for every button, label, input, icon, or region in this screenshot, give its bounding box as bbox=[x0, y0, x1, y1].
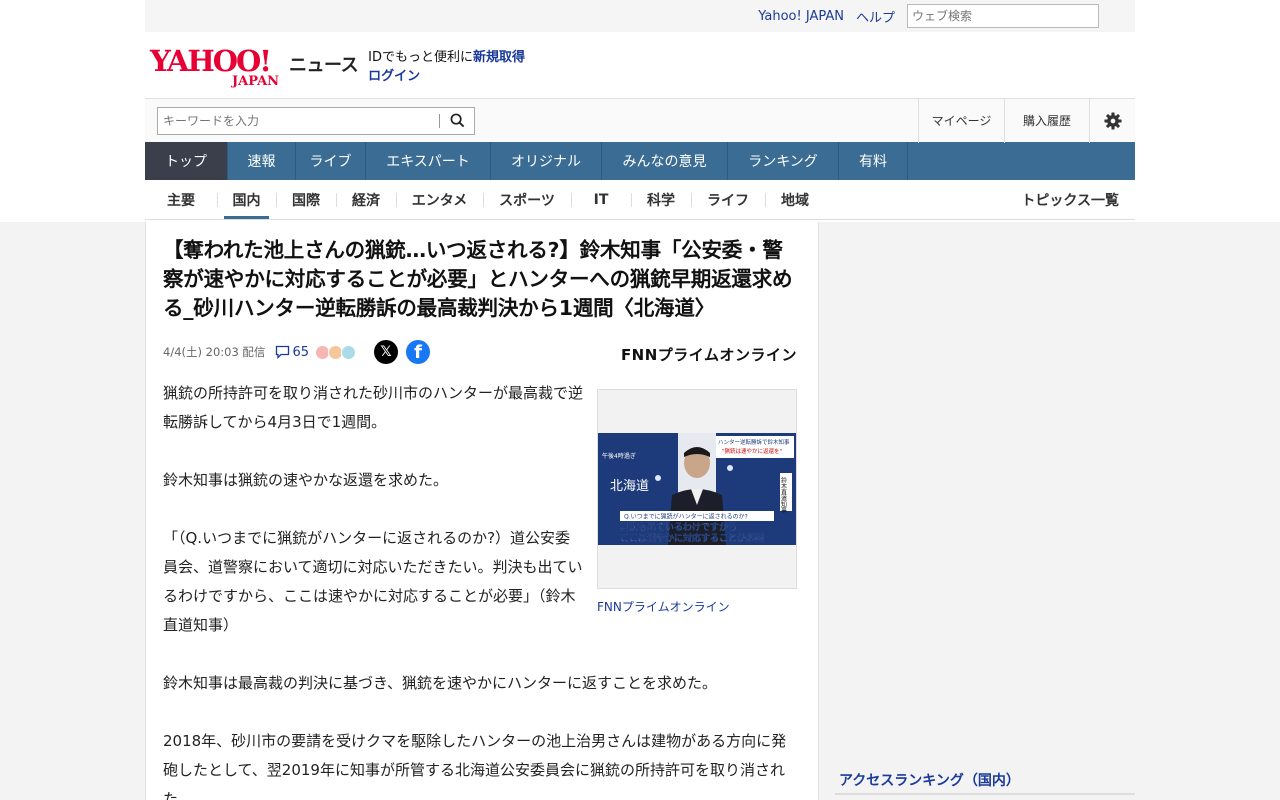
keyword-search-input[interactable] bbox=[158, 108, 439, 133]
nav-breaking[interactable]: 速報 bbox=[228, 142, 296, 180]
yahoo-logo-wordmark: YAHOO! bbox=[150, 44, 272, 78]
news-service-name: ニュース bbox=[289, 55, 359, 76]
header: Yahoo! JAPAN ヘルプ YAHOO! JAPAN ニュース IDでもっ… bbox=[145, 0, 1135, 220]
x-logo-icon: 𝕏 bbox=[380, 344, 392, 360]
yahoo-logo: YAHOO! JAPAN bbox=[150, 44, 286, 89]
publish-date: 4/4(土) 20:03 配信 bbox=[163, 345, 266, 359]
x-share-button[interactable]: 𝕏 bbox=[373, 340, 398, 364]
nav-live[interactable]: ライブ bbox=[296, 142, 366, 180]
access-ranking-heading[interactable]: アクセスランキング（国内） bbox=[839, 770, 1020, 790]
category-sports[interactable]: スポーツ bbox=[483, 180, 571, 220]
article-meta: 4/4(土) 20:03 配信 65 𝕏 f FNNプライムオンライン bbox=[163, 339, 797, 365]
press-conference-photo: 午後4時過ぎ 北海道 ハンター逆転勝訴で鈴木知事 "猟銃は速やかに返還を" 鈴木… bbox=[598, 433, 796, 545]
utility-bar: Yahoo! JAPAN ヘルプ bbox=[145, 0, 1135, 32]
yahoo-news-logo[interactable]: YAHOO! JAPAN ニュース bbox=[150, 44, 359, 89]
reaction-faces[interactable] bbox=[314, 344, 356, 360]
image-caption[interactable]: FNNプライムオンライン bbox=[597, 598, 797, 615]
image-corner-label: 午後4時過ぎ bbox=[602, 452, 636, 460]
sidebar-divider bbox=[835, 793, 1135, 795]
article: 【奪われた池上さんの猟銃…いつ返される?】鈴木知事「公安委・警察が速やかに対応す… bbox=[145, 222, 819, 800]
category-international[interactable]: 国際 bbox=[276, 180, 336, 220]
article-body: 午後4時過ぎ 北海道 ハンター逆転勝訴で鈴木知事 "猟銃は速やかに返還を" 鈴木… bbox=[163, 379, 797, 800]
masthead: YAHOO! JAPAN ニュース IDでもっと便利に新規取得 ログイン bbox=[145, 32, 1135, 98]
login-link[interactable]: ログイン bbox=[368, 69, 420, 84]
image-caption-question: Q.いつまでに猟銃がハンターに返されるのか? bbox=[624, 513, 748, 521]
signup-link[interactable]: 新規取得 bbox=[473, 50, 525, 65]
article-title: 【奪われた池上さんの猟銃…いつ返される?】鈴木知事「公安委・警察が速やかに対応す… bbox=[163, 238, 793, 320]
help-link[interactable]: ヘルプ bbox=[856, 7, 895, 26]
category-economy[interactable]: 経済 bbox=[336, 180, 396, 220]
settings-button[interactable] bbox=[1089, 98, 1135, 143]
image-caption-line2: ここは速やかに対応することが必要 bbox=[620, 532, 764, 544]
nav-top[interactable]: トップ bbox=[145, 142, 228, 180]
id-box: IDでもっと便利に新規取得 ログイン bbox=[368, 48, 525, 86]
facebook-share-button[interactable]: f bbox=[405, 340, 430, 364]
category-life[interactable]: ライフ bbox=[691, 180, 765, 220]
image-place-label: 北海道 bbox=[610, 479, 649, 494]
article-paragraph: 「（Q.いつまでに猟銃がハンターに返されるのか?）道公安委員会、道警察において適… bbox=[163, 529, 583, 634]
global-nav: トップ 速報 ライブ エキスパート オリジナル みんなの意見 ランキング 有料 bbox=[145, 142, 1135, 180]
search-row: マイページ 購入履歴 bbox=[145, 98, 1135, 143]
facebook-logo-icon: f bbox=[414, 341, 422, 363]
category-nav: 主要 国内 国際 経済 エンタメ スポーツ IT 科学 ライフ 地域 トピックス… bbox=[145, 180, 1135, 220]
id-prompt: IDでもっと便利に bbox=[368, 50, 473, 65]
comment-icon bbox=[276, 345, 290, 359]
article-paragraph: 猟銃の所持許可を取り消された砂川市のハンターが最高裁で逆転勝訴してから4月3日で… bbox=[163, 384, 584, 431]
image-caption-line1: 判決も出ているわけですから bbox=[620, 521, 737, 533]
gear-icon bbox=[1103, 111, 1122, 130]
category-it[interactable]: IT bbox=[571, 180, 631, 220]
reaction-face-icon bbox=[340, 344, 356, 360]
search-button[interactable] bbox=[440, 108, 474, 134]
keyword-search bbox=[157, 106, 475, 135]
image-name-plate: 鈴木直道知事 bbox=[780, 476, 787, 514]
article-paragraph: 鈴木知事は最高裁の判決に基づき、猟銃を速やかにハンターに返すことを求めた。 bbox=[163, 674, 717, 692]
image-top-tag: ハンター逆転勝訴で鈴木知事 bbox=[718, 438, 790, 446]
category-entertainment[interactable]: エンタメ bbox=[396, 180, 483, 220]
purchase-history-button[interactable]: 購入履歴 bbox=[1004, 98, 1089, 143]
article-paragraph: 2018年、砂川市の要請を受けクマを駆除したハンターの池上治男さんは建物がある方… bbox=[163, 732, 787, 800]
article-paragraph: 鈴木知事は猟銃の速やかな返還を求めた。 bbox=[163, 471, 449, 489]
category-main[interactable]: 主要 bbox=[145, 180, 217, 220]
article-image[interactable]: 午後4時過ぎ 北海道 ハンター逆転勝訴で鈴木知事 "猟銃は速やかに返還を" 鈴木… bbox=[597, 389, 797, 589]
category-local[interactable]: 地域 bbox=[765, 180, 825, 220]
provider-logo[interactable]: FNNプライムオンライン bbox=[621, 344, 797, 365]
nav-ranking[interactable]: ランキング bbox=[728, 142, 839, 180]
image-top-quote: "猟銃は速やかに返還を" bbox=[722, 447, 782, 455]
category-domestic[interactable]: 国内 bbox=[217, 180, 276, 220]
nav-expert[interactable]: エキスパート bbox=[366, 142, 491, 180]
mypage-button[interactable]: マイページ bbox=[918, 98, 1004, 143]
yahoo-logo-japan: JAPAN bbox=[232, 74, 280, 89]
comment-link[interactable]: 65 bbox=[275, 345, 309, 360]
nav-opinions[interactable]: みんなの意見 bbox=[602, 142, 728, 180]
article-figure: 午後4時過ぎ 北海道 ハンター逆転勝訴で鈴木知事 "猟銃は速やかに返還を" 鈴木… bbox=[597, 389, 797, 615]
comment-count: 65 bbox=[292, 344, 309, 360]
topics-list-link[interactable]: トピックス一覧 bbox=[1021, 180, 1119, 220]
web-search-input[interactable] bbox=[907, 4, 1099, 28]
yahoo-japan-link[interactable]: Yahoo! JAPAN bbox=[758, 9, 844, 24]
nav-paid[interactable]: 有料 bbox=[839, 142, 908, 180]
search-icon bbox=[450, 113, 464, 128]
category-science[interactable]: 科学 bbox=[631, 180, 691, 220]
nav-original[interactable]: オリジナル bbox=[491, 142, 602, 180]
